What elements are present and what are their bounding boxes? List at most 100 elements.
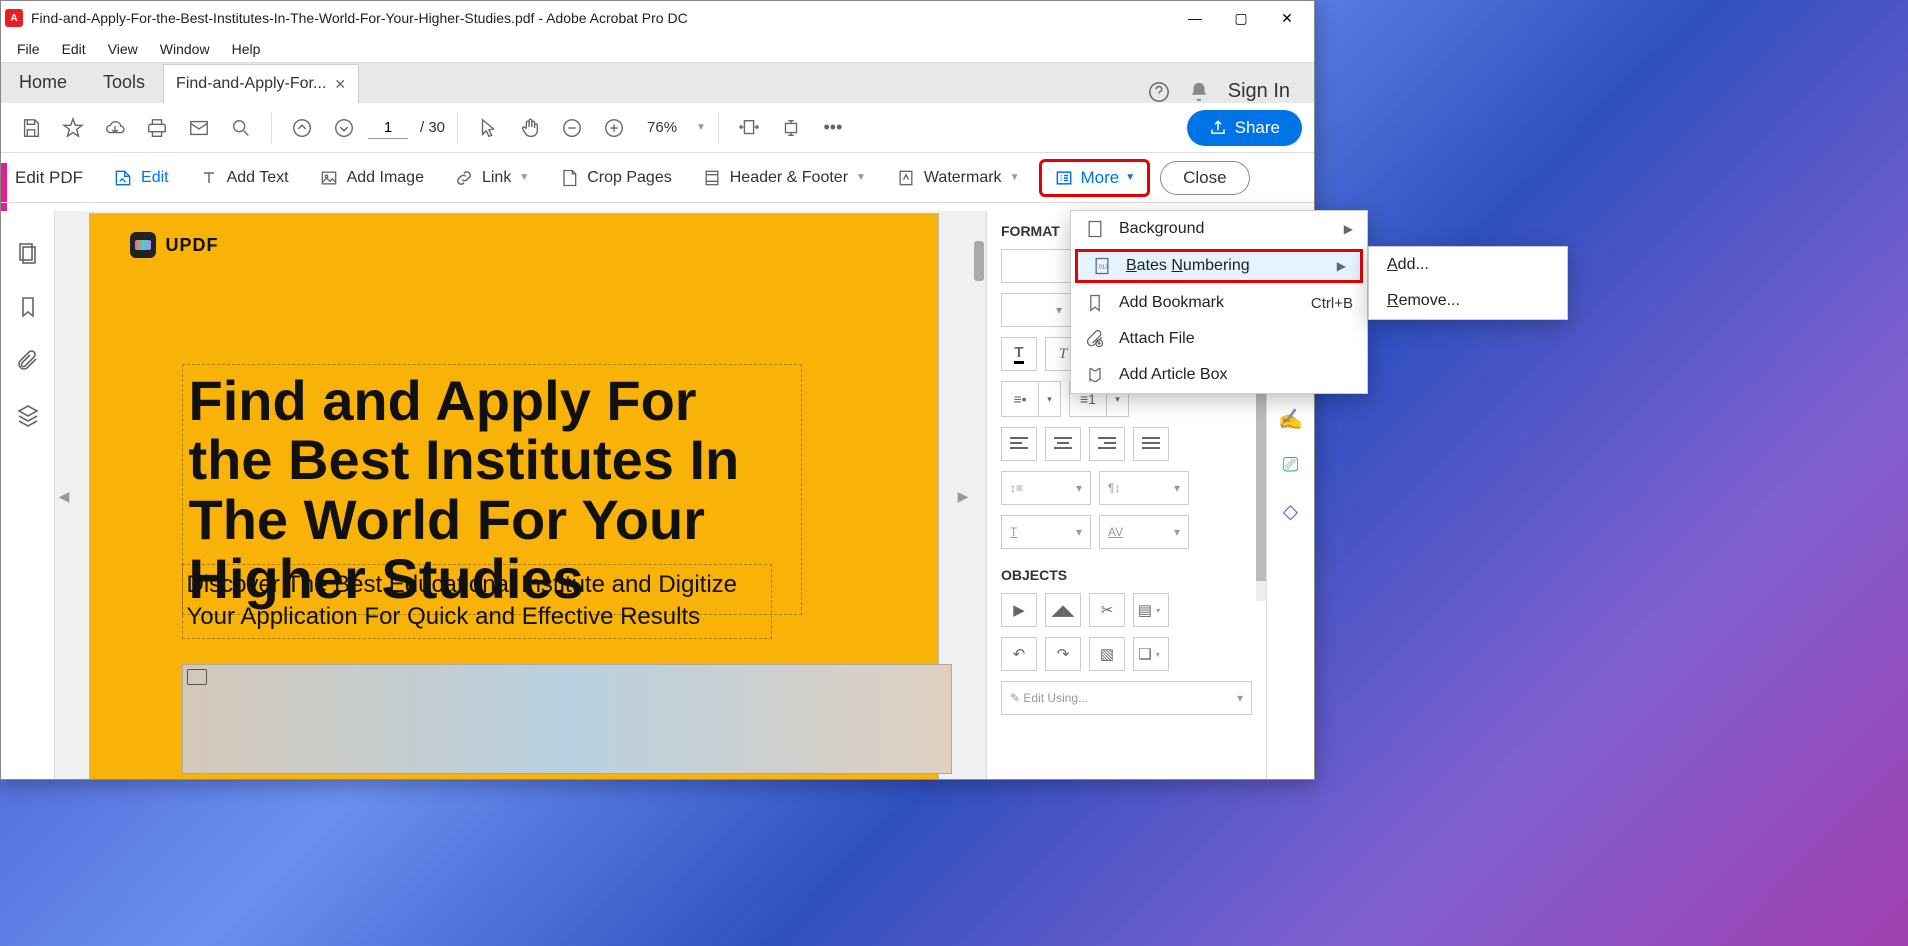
bates-icon: 012 [1092,256,1112,276]
minimize-button[interactable]: — [1172,3,1218,33]
image-icon [319,168,339,188]
page-number-input[interactable] [368,117,408,139]
edit-pdf-title: Edit PDF [15,168,83,188]
align-objects-icon[interactable]: ▤ [1133,593,1169,627]
star-icon[interactable] [55,110,91,146]
page-subhead[interactable]: Discover The Best Educational Institute … [182,564,772,639]
text-color-icon[interactable]: T [1001,337,1037,371]
arrange-icon[interactable]: ❏ [1133,637,1169,671]
search-icon[interactable] [223,110,259,146]
attachments-icon[interactable] [16,349,40,373]
page-down-icon[interactable] [326,110,362,146]
crop-pages-button[interactable]: Crop Pages [549,162,682,194]
menu-view[interactable]: View [98,39,148,59]
document-scrollbar[interactable] [972,211,986,779]
bates-remove[interactable]: Remove... [1369,283,1567,319]
menu-attach-file[interactable]: Attach File [1071,321,1367,357]
header-footer-icon [702,168,722,188]
link-button[interactable]: Link ▼ [444,162,539,194]
paragraph-spacing-select[interactable]: ¶↕▾ [1099,471,1189,505]
crop-object-icon[interactable]: ✂ [1089,593,1125,627]
flip-h-icon[interactable]: ▶ [1001,593,1037,627]
zoom-dropdown-icon[interactable]: ▼ [696,122,706,133]
menu-file[interactable]: File [7,39,50,59]
hand-icon[interactable] [512,110,548,146]
bullet-list-more-icon[interactable]: ▾ [1038,382,1060,416]
watermark-button[interactable]: Watermark ▼ [886,162,1030,194]
align-justify-icon[interactable] [1133,427,1169,461]
align-left-icon[interactable] [1001,427,1037,461]
line-spacing-select[interactable]: ↕≡▾ [1001,471,1091,505]
tab-strip: Home Tools Find-and-Apply-For... ✕ Sign … [1,63,1314,103]
cloud-icon[interactable] [97,110,133,146]
layers-icon[interactable] [16,403,40,427]
page-up-icon[interactable] [284,110,320,146]
bell-icon[interactable] [1188,81,1210,103]
mail-icon[interactable] [181,110,217,146]
more-tools-icon[interactable]: ••• [815,110,851,146]
add-text-button[interactable]: Add Text [189,162,299,194]
add-image-button[interactable]: Add Image [309,162,434,194]
zoom-out-icon[interactable] [554,110,590,146]
print-icon[interactable] [139,110,175,146]
header-footer-button[interactable]: Header & Footer ▼ [692,162,876,194]
edit-button[interactable]: Edit [103,162,179,194]
thumbnails-icon[interactable] [16,241,40,265]
menu-window[interactable]: Window [150,39,220,59]
edit-using-select[interactable]: ✎ Edit Using...▾ [1001,681,1252,715]
image-indicator-icon [187,669,207,685]
tab-document[interactable]: Find-and-Apply-For... ✕ [163,64,359,103]
page-image-placeholder[interactable] [182,664,952,774]
text-icon [199,168,219,188]
bates-add[interactable]: Add... [1369,247,1567,283]
close-window-button[interactable]: ✕ [1264,3,1310,33]
attach-icon [1085,329,1105,349]
flip-v-icon[interactable]: ◢◣ [1045,593,1081,627]
bullet-list-icon[interactable]: ≡• [1002,382,1038,416]
app-icon: A [5,9,23,27]
share-button[interactable]: Share [1187,110,1302,146]
menu-bates-numbering[interactable]: 012 Bates Numbering ▶ [1075,249,1363,283]
tab-home[interactable]: Home [1,62,85,103]
align-center-icon[interactable] [1045,427,1081,461]
collapse-left-icon[interactable]: ◀ [57,481,71,511]
zoom-in-icon[interactable] [596,110,632,146]
pointer-icon[interactable] [470,110,506,146]
scroll-mode-icon[interactable] [773,110,809,146]
align-right-icon[interactable] [1089,427,1125,461]
tab-tools[interactable]: Tools [85,62,163,103]
menu-bar: File Edit View Window Help [1,35,1314,63]
menu-background[interactable]: Background ▶ [1071,211,1367,247]
close-edit-button[interactable]: Close [1160,161,1249,195]
menu-add-article-box[interactable]: Add Article Box [1071,357,1367,393]
bookmarks-icon[interactable] [16,295,40,319]
pdf-page[interactable]: UPDF Find and Apply For the Best Institu… [89,213,939,779]
save-icon[interactable] [13,110,49,146]
sign-icon[interactable]: ✍ [1279,407,1303,431]
replace-image-icon[interactable]: ▧ [1089,637,1125,671]
share-label: Share [1235,118,1280,138]
more-button[interactable]: More ▼ [1039,159,1150,197]
horizontal-scale-select[interactable]: T▾ [1001,515,1091,549]
updf-logo: UPDF [130,232,219,258]
menu-edit[interactable]: Edit [52,39,96,59]
protect-icon[interactable]: ◇ [1279,499,1303,523]
article-icon [1085,365,1105,385]
tab-close-icon[interactable]: ✕ [334,76,346,93]
rotate-ccw-icon[interactable]: ↶ [1001,637,1037,671]
char-spacing-select[interactable]: AV▾ [1099,515,1189,549]
organize-icon[interactable]: ⎚ [1279,453,1303,477]
rotate-cw-icon[interactable]: ↷ [1045,637,1081,671]
menu-help[interactable]: Help [222,39,271,59]
maximize-button[interactable]: ▢ [1218,3,1264,33]
menu-add-bookmark[interactable]: Add Bookmark Ctrl+B [1071,285,1367,321]
main-toolbar: / 30 76% ▼ ••• Share [1,103,1314,153]
collapse-right-icon[interactable]: ▶ [956,481,970,511]
help-icon[interactable] [1148,81,1170,103]
sign-in-link[interactable]: Sign In [1228,80,1290,103]
fit-width-icon[interactable] [731,110,767,146]
watermark-icon [896,168,916,188]
font-size-select[interactable]: ▾ [1001,293,1071,327]
shortcut-label: Ctrl+B [1311,295,1353,312]
bookmark-icon [1085,293,1105,313]
